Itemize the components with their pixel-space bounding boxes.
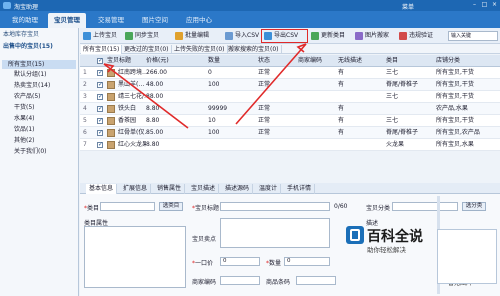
arrow-to-export [235,43,307,125]
annotation-arrows [103,43,307,129]
arrow-to-checkbox [103,63,189,129]
